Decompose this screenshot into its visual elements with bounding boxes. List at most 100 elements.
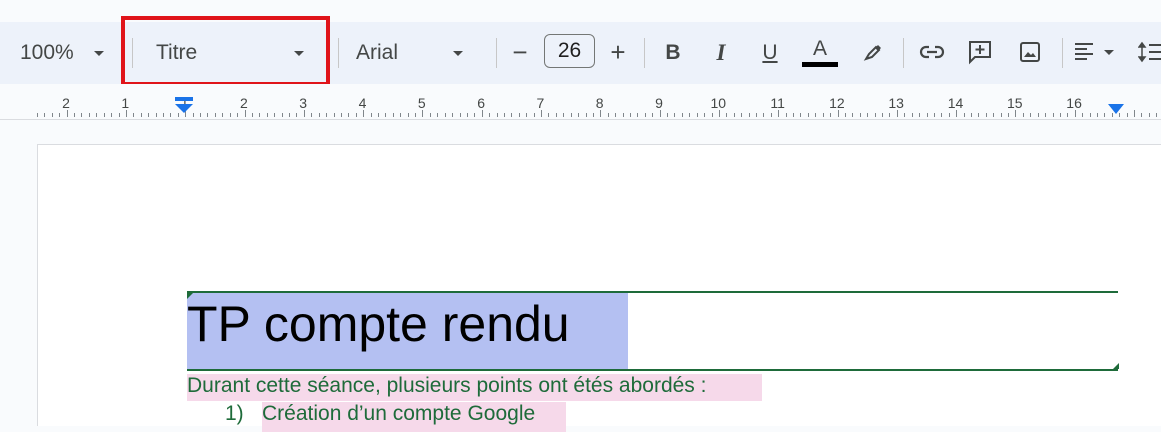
ruler-tick — [222, 113, 224, 117]
increase-font-size-button[interactable]: + — [603, 36, 633, 68]
ruler-tick — [363, 110, 365, 117]
ruler-tick — [274, 113, 276, 117]
ruler-tick — [474, 113, 476, 117]
ruler-tick — [296, 113, 298, 117]
font-family-select[interactable]: Arial — [346, 38, 486, 68]
ruler-tick — [526, 113, 528, 117]
ruler-tick — [340, 113, 342, 117]
right-indent-marker-icon[interactable] — [1107, 102, 1125, 116]
ruler-tick — [1074, 110, 1076, 117]
ruler-number: 3 — [299, 95, 308, 111]
ruler-tick — [756, 113, 757, 117]
ruler-tick — [289, 113, 291, 117]
zoom-select[interactable]: 100% — [12, 38, 122, 68]
ruler-tick — [125, 110, 127, 117]
font-size-input[interactable]: 26 — [544, 34, 595, 68]
bold-button[interactable]: B — [658, 36, 688, 70]
ruler-tick — [763, 113, 765, 117]
ruler-tick — [637, 113, 639, 117]
ruler-tick — [837, 110, 839, 117]
ruler-tick — [985, 113, 987, 117]
ruler-tick — [533, 113, 535, 117]
toolbar-separator — [496, 38, 497, 68]
document-title[interactable]: TP compte rendu — [187, 293, 570, 355]
decrease-font-size-button[interactable]: − — [505, 36, 535, 68]
font-family-value: Arial — [356, 41, 399, 64]
ruler-tick — [667, 113, 669, 117]
style-select-highlight — [121, 16, 330, 86]
line-spacing-button[interactable] — [1138, 34, 1161, 70]
ruler-tick — [251, 113, 253, 117]
ruler-tick — [1000, 113, 1002, 117]
highlight-color-button[interactable] — [857, 34, 889, 70]
left-indent-marker-icon[interactable] — [174, 96, 194, 114]
ruler-number: 6 — [477, 95, 485, 111]
ruler-tick — [681, 113, 683, 117]
ruler-tick — [585, 113, 587, 117]
ruler-tick — [392, 113, 394, 117]
text-color-swatch — [802, 61, 838, 67]
ruler-tick — [1022, 113, 1024, 117]
ruler-tick — [229, 113, 231, 117]
ruler-tick — [674, 113, 676, 117]
ruler-tick — [770, 113, 772, 117]
chevron-down-icon — [93, 50, 104, 56]
ruler-tick — [592, 113, 594, 117]
ruler-tick — [303, 110, 305, 117]
ruler-tick — [37, 113, 38, 117]
chevron-down-icon — [453, 50, 464, 56]
ruler-tick — [415, 113, 417, 117]
ruler-tick — [778, 110, 780, 117]
ruler-number: 2 — [239, 95, 248, 111]
ruler-tick — [815, 113, 817, 117]
ruler-number: 10 — [710, 95, 727, 111]
ruler-tick — [896, 110, 898, 117]
ruler-tick — [1037, 113, 1039, 117]
underline-button[interactable]: U — [755, 36, 785, 70]
ruler-tick — [1059, 113, 1061, 117]
ruler-tick — [1045, 113, 1047, 117]
ruler-tick — [733, 113, 735, 117]
line-spacing-icon — [1138, 41, 1161, 63]
ruler-tick — [807, 113, 809, 117]
ruler-tick — [1008, 113, 1010, 117]
ruler-tick — [1156, 113, 1158, 117]
chevron-down-icon — [1104, 49, 1114, 55]
ruler-tick — [407, 113, 409, 117]
ruler-tick — [911, 113, 913, 117]
ruler-tick — [800, 113, 802, 117]
ruler-number: 7 — [536, 95, 545, 111]
ruler-tick — [281, 113, 283, 117]
ruler-tick — [459, 113, 461, 117]
ruler-tick — [1134, 110, 1136, 117]
ruler-tick — [889, 113, 891, 117]
ruler-tick — [496, 113, 498, 117]
align-button[interactable] — [1072, 34, 1128, 70]
ruler-tick — [704, 113, 706, 117]
insert-image-button[interactable] — [1014, 34, 1046, 70]
ruler-number: 2 — [62, 95, 70, 111]
ruler-tick — [207, 113, 209, 117]
ruler-tick — [348, 113, 350, 117]
ruler-number: 9 — [655, 95, 663, 111]
ruler-number: 16 — [1066, 95, 1082, 111]
ruler-tick — [437, 113, 439, 117]
ruler-tick — [718, 110, 720, 117]
ruler-tick — [44, 113, 46, 117]
italic-button[interactable]: I — [706, 36, 736, 70]
ruler-tick — [214, 113, 216, 117]
insert-link-button[interactable] — [916, 34, 948, 70]
ruler-tick — [748, 113, 750, 117]
ruler-tick — [163, 113, 164, 117]
ruler-tick — [400, 113, 402, 117]
add-comment-button[interactable] — [964, 34, 996, 70]
ruler-tick — [511, 113, 513, 117]
text-color-button[interactable]: A — [802, 32, 838, 72]
ruler-tick — [59, 113, 61, 117]
ruler-tick — [726, 113, 728, 117]
ruler-tick — [563, 113, 565, 117]
list-item[interactable]: Création d’un compte Google — [262, 402, 535, 426]
document-paragraph[interactable]: Durant cette séance, plusieurs points on… — [187, 372, 706, 399]
ruler-tick — [659, 110, 661, 117]
ruler-tick — [689, 113, 691, 117]
